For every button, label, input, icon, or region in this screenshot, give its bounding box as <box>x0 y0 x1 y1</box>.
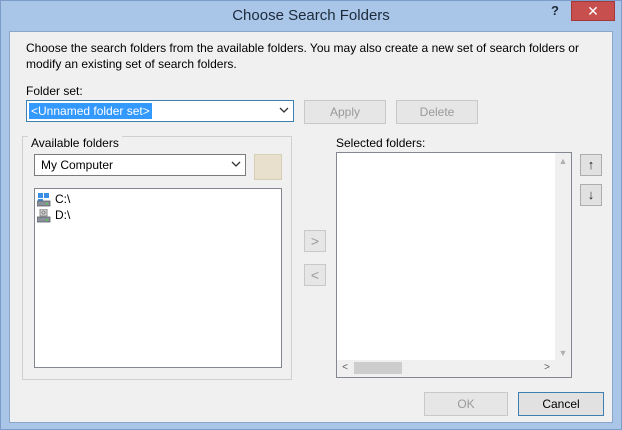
windows-drive-icon <box>37 192 51 207</box>
title-bar[interactable]: Choose Search Folders ? ✕ <box>1 1 621 31</box>
scroll-down-icon[interactable]: ▼ <box>557 347 569 359</box>
add-folder-button[interactable]: > <box>304 230 326 252</box>
vertical-scrollbar[interactable]: ▲ ▼ <box>555 153 571 361</box>
tree-item-d-drive[interactable]: D:\ <box>37 207 70 223</box>
chevron-down-icon <box>231 161 241 167</box>
selected-folders-label: Selected folders: <box>336 136 426 150</box>
scroll-left-icon[interactable]: < <box>339 362 351 374</box>
folder-set-value: <Unnamed folder set> <box>29 103 152 119</box>
available-folders-tree[interactable]: C:\ D:\ <box>34 188 282 368</box>
available-folders-label: Available folders <box>28 136 122 150</box>
move-down-button[interactable]: ↓ <box>580 184 602 206</box>
ok-button[interactable]: OK <box>424 392 508 416</box>
scroll-right-icon[interactable]: > <box>541 362 553 374</box>
scroll-corner <box>555 360 571 377</box>
apply-button[interactable]: Apply <box>304 100 386 124</box>
source-dropdown[interactable]: My Computer <box>34 154 246 176</box>
tree-item-label: C:\ <box>55 192 71 206</box>
delete-button[interactable]: Delete <box>396 100 478 124</box>
tree-item-label: D:\ <box>55 208 71 222</box>
tree-item-c-drive[interactable]: C:\ <box>37 191 70 207</box>
chevron-down-icon <box>279 107 289 113</box>
dialog-title: Choose Search Folders <box>232 7 390 24</box>
cancel-button[interactable]: Cancel <box>518 392 604 416</box>
remove-folder-button[interactable]: < <box>304 264 326 286</box>
scroll-up-icon[interactable]: ▲ <box>557 155 569 167</box>
instructions-text: Choose the search folders from the avail… <box>26 41 579 71</box>
folder-set-label: Folder set: <box>26 84 83 98</box>
folder-set-dropdown[interactable]: <Unnamed folder set> <box>26 100 294 122</box>
dialog-body: Choose the search folders from the avail… <box>9 31 613 423</box>
help-button[interactable]: ? <box>545 3 565 21</box>
scroll-thumb[interactable] <box>354 362 402 374</box>
folder-preview-swatch <box>254 154 282 180</box>
selected-folders-list[interactable]: ▲ ▼ < > <box>336 152 572 378</box>
close-button[interactable]: ✕ <box>571 1 615 21</box>
drive-icon <box>37 208 51 223</box>
source-value: My Computer <box>41 158 114 172</box>
horizontal-scrollbar[interactable]: < > <box>337 360 557 377</box>
move-up-button[interactable]: ↑ <box>580 154 602 176</box>
dialog-window: Choose Search Folders ? ✕ Choose the sea… <box>0 0 622 430</box>
